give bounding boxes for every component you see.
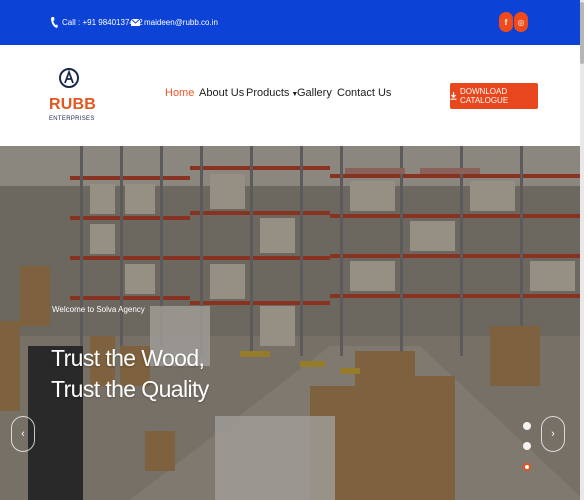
download-icon	[450, 92, 457, 100]
hero-headline: Trust the Wood, Trust the Quality	[51, 343, 209, 405]
nav-products[interactable]: Products ▼	[246, 87, 298, 103]
logo-word: RUBB	[49, 96, 97, 113]
site-header: RUBB ENTERPRISES Home About Us Products ▼…	[0, 45, 584, 146]
instagram-icon[interactable]: ◎	[514, 12, 528, 32]
hero-headline-line-2: Trust the Quality	[51, 376, 209, 402]
hero-slider: Welcome to Solva Agency Trust the Wood, …	[0, 146, 584, 500]
hero-eyebrow: Welcome to Solva Agency	[52, 305, 145, 314]
mail-icon	[131, 19, 140, 26]
phone-contact[interactable]: Call : +91 9840137482	[51, 0, 143, 45]
nav-gallery[interactable]: Gallery	[297, 87, 332, 103]
phone-icon	[51, 17, 58, 28]
scrollbar-thumb[interactable]	[580, 2, 584, 64]
facebook-icon[interactable]: f	[499, 12, 513, 32]
download-catalogue-button[interactable]: DOWNLOAD CATALOGUE	[450, 83, 538, 109]
nav-about-us[interactable]: About Us	[199, 87, 244, 103]
nav-contact-us[interactable]: Contact Us	[337, 87, 391, 103]
top-bar: Call : +91 9840137482 maideen@rubb.co.in…	[0, 0, 584, 45]
rubb-logo[interactable]: RUBB ENTERPRISES	[49, 62, 97, 132]
logo-mark-icon	[59, 68, 79, 88]
download-catalogue-label: DOWNLOAD CATALOGUE	[460, 87, 509, 105]
slider-dot-3-active[interactable]	[523, 463, 531, 471]
hero-overlay	[0, 146, 584, 500]
nav-home[interactable]: Home	[165, 87, 194, 103]
slider-prev-button[interactable]: ‹	[11, 416, 35, 452]
nav-products-label: Products	[246, 87, 290, 99]
slider-dot-1[interactable]	[523, 422, 531, 430]
hero-headline-line-1: Trust the Wood,	[51, 345, 205, 371]
email-text: maideen@rubb.co.in	[144, 18, 218, 27]
logo-subtitle: ENTERPRISES	[49, 116, 95, 122]
email-contact[interactable]: maideen@rubb.co.in	[131, 0, 218, 45]
slider-dot-2[interactable]	[523, 442, 531, 450]
page-scrollbar[interactable]	[580, 0, 584, 500]
slider-next-button[interactable]: ›	[541, 416, 565, 452]
